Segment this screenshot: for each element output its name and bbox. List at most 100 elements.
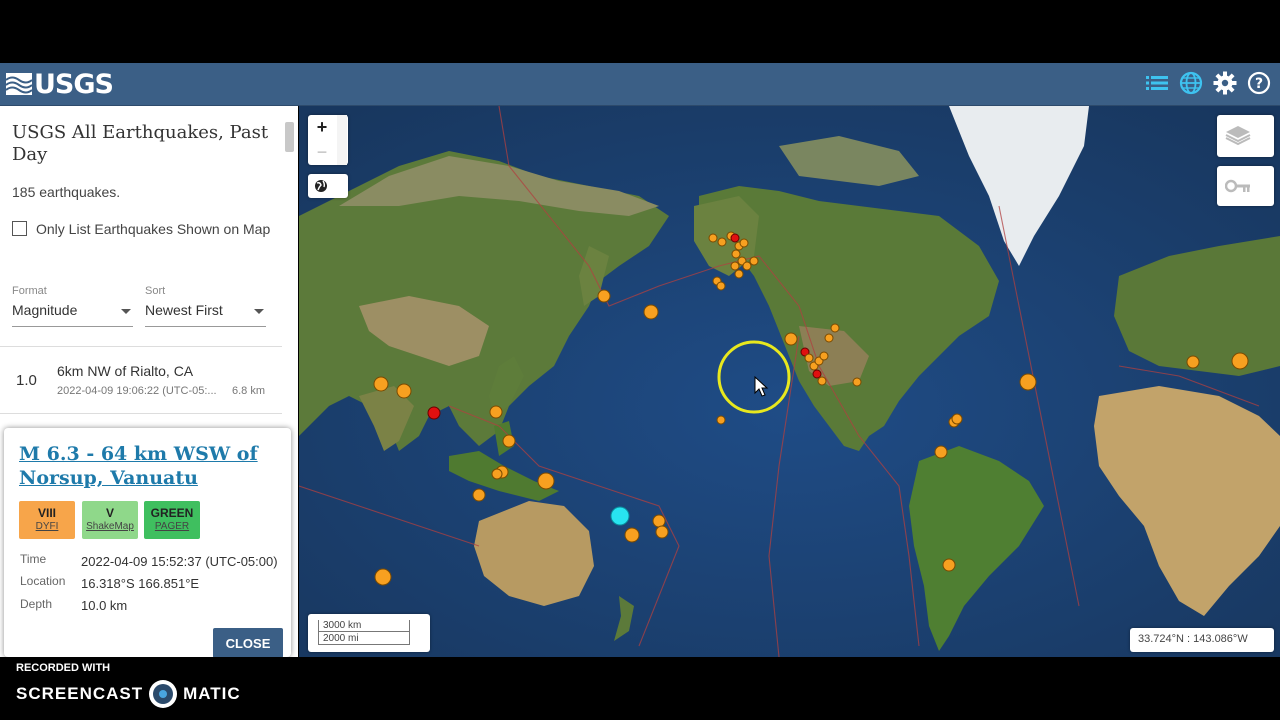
video-letterbox-top — [0, 0, 1280, 63]
quake-marker — [817, 376, 827, 386]
dyfi-label: DYFI — [35, 521, 59, 532]
quake-marker — [951, 413, 963, 425]
legend-button[interactable] — [1217, 166, 1274, 206]
quake-marker — [374, 568, 392, 586]
quake-marker — [373, 376, 389, 392]
app-header: USGS ? — [0, 63, 1280, 106]
list-item-place: 6km NW of Rialto, CA — [57, 363, 194, 379]
location-label: Location — [20, 574, 66, 588]
quake-marker — [716, 415, 726, 425]
shakemap-value: V — [105, 506, 114, 520]
earthquake-popup: M 6.3 - 64 km WSW of Norsup, Vanuatu VII… — [4, 428, 291, 657]
only-shown-label[interactable]: Only List Earthquakes Shown on Map — [36, 218, 270, 240]
quake-marker — [1186, 355, 1200, 369]
svg-text:?: ? — [1255, 76, 1263, 92]
sort-select[interactable]: Newest First — [145, 302, 266, 327]
quake-marker — [784, 332, 798, 346]
shakemap-badge[interactable]: V ShakeMap — [82, 501, 138, 539]
quake-marker — [934, 445, 948, 459]
popup-title-link[interactable]: M 6.3 - 64 km WSW of Norsup, Vanuatu — [19, 442, 274, 490]
quake-marker — [804, 353, 814, 363]
earthquake-count: 185 earthquakes. — [12, 184, 121, 200]
zoom-control: + − — [308, 115, 348, 165]
quake-marker — [472, 488, 486, 502]
list-title: USGS All Earthquakes, Past Day — [12, 122, 269, 165]
quake-marker — [396, 383, 412, 399]
quake-marker — [852, 377, 862, 387]
quake-marker — [812, 369, 822, 379]
quake-marker — [537, 472, 555, 490]
quake-marker — [819, 351, 829, 361]
quake-marker — [742, 261, 752, 271]
quake-marker — [655, 525, 669, 539]
logo-text: USGS — [34, 68, 114, 100]
quake-marker — [942, 558, 956, 572]
quake-marker — [427, 406, 441, 420]
quake-marker — [610, 506, 630, 526]
recorder-line2a: SCREENCAST — [16, 684, 144, 703]
layers-button[interactable] — [1217, 115, 1274, 157]
list-item-depth: 6.8 km — [232, 385, 266, 397]
list-item-magnitude: 1.0 — [16, 372, 37, 389]
recorder-line2b: MATIC — [183, 684, 241, 703]
earthquake-map[interactable]: + − 3000 km 2000 mi 33.724°N : 143.086°W — [299, 106, 1280, 657]
quake-marker — [739, 238, 749, 248]
list-item[interactable]: 1.0 6km NW of Rialto, CA 2022-04-09 19:0… — [0, 347, 282, 414]
quake-marker — [716, 281, 726, 291]
quake-marker — [1019, 373, 1037, 391]
quake-marker — [830, 323, 840, 333]
quake-marker — [717, 237, 727, 247]
quake-marker — [502, 434, 516, 448]
map-canvas[interactable] — [299, 106, 1280, 657]
world-view-button[interactable] — [308, 174, 348, 198]
quake-marker — [597, 289, 611, 303]
globe-icon[interactable] — [1178, 69, 1204, 97]
time-value: 2022-04-09 15:52:37 (UTC-05:00) — [81, 554, 278, 569]
zoom-out-button[interactable]: − — [308, 140, 336, 165]
scroll-thumb[interactable] — [285, 122, 294, 152]
gear-icon[interactable] — [1212, 69, 1238, 97]
recorder-line1: RECORDED WITH — [16, 662, 111, 674]
key-icon — [1225, 179, 1250, 193]
chevron-down-icon — [121, 309, 131, 314]
time-label: Time — [20, 552, 47, 566]
recorder-logo: SCREENCAST MATIC — [16, 680, 241, 708]
sort-value: Newest First — [145, 302, 223, 318]
quake-marker — [643, 304, 659, 320]
quake-marker — [734, 269, 744, 279]
scale-mi: 2000 mi — [323, 633, 359, 644]
scale-km: 3000 km — [323, 620, 362, 631]
format-label: Format — [12, 285, 47, 297]
quake-marker — [489, 405, 503, 419]
quake-marker — [708, 233, 718, 243]
globe-icon — [315, 180, 327, 192]
list-item-time: 2022-04-09 19:06:22 (UTC-05:... — [57, 385, 217, 397]
dyfi-badge[interactable]: VIII DYFI — [19, 501, 75, 539]
quake-marker — [1231, 352, 1249, 370]
sort-label: Sort — [145, 285, 166, 297]
zoom-in-button[interactable]: + — [308, 115, 336, 140]
close-button[interactable]: CLOSE — [213, 628, 283, 657]
video-letterbox-bottom: RECORDED WITH SCREENCAST MATIC — [0, 657, 1280, 720]
depth-label: Depth — [20, 597, 53, 611]
dyfi-value: VIII — [37, 506, 56, 520]
pager-value: GREEN — [150, 506, 194, 520]
list-icon[interactable] — [1144, 69, 1170, 97]
coordinate-readout: 33.724°N : 143.086°W — [1130, 628, 1274, 652]
depth-value: 10.0 km — [81, 598, 128, 613]
control-scroll-icon — [337, 115, 347, 165]
only-shown-checkbox[interactable] — [12, 221, 27, 236]
only-shown-on-map-option[interactable]: Only List Earthquakes Shown on Map — [12, 218, 274, 240]
quake-marker — [730, 261, 740, 271]
format-select[interactable]: Magnitude — [12, 302, 133, 327]
quake-marker — [730, 233, 740, 243]
help-icon[interactable]: ? — [1246, 69, 1272, 97]
usgs-logo[interactable]: USGS — [6, 68, 114, 100]
coords-value: 33.724°N : 143.086°W — [1138, 633, 1248, 645]
location-value: 16.318°S 166.851°E — [81, 576, 200, 591]
quake-marker — [731, 249, 741, 259]
pager-badge[interactable]: GREEN PAGER — [144, 501, 200, 539]
quake-marker — [491, 468, 503, 480]
quake-marker — [652, 514, 666, 528]
quake-marker — [624, 527, 640, 543]
